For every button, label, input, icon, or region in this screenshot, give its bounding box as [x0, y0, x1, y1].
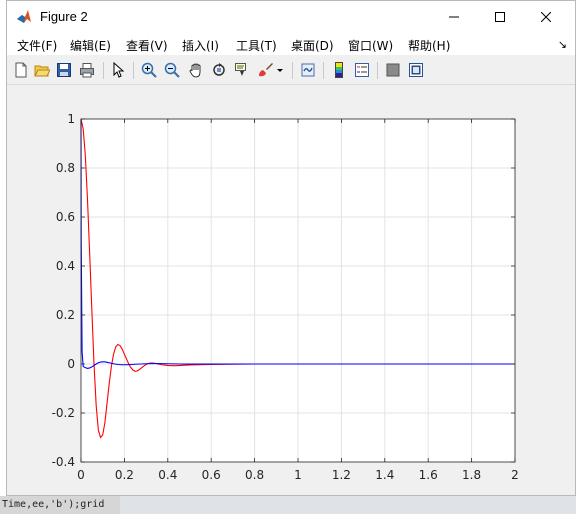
zoom-in-icon[interactable]	[140, 61, 158, 79]
y-tick-label: 0.6	[56, 210, 75, 224]
brush-dropdown-icon[interactable]	[275, 61, 285, 79]
menu-window[interactable]: 窗口(W)	[348, 37, 393, 54]
close-button[interactable]	[523, 1, 569, 33]
link-plot-icon[interactable]	[299, 61, 317, 79]
new-figure-icon[interactable]	[12, 61, 30, 79]
x-tick-label: 0.8	[245, 468, 264, 482]
x-tick-label: 1.2	[332, 468, 351, 482]
zoom-out-icon[interactable]	[163, 61, 181, 79]
menu-overflow-arrow-icon[interactable]: ↘	[558, 38, 567, 51]
title-bar[interactable]: Figure 2	[7, 1, 575, 33]
open-file-icon[interactable]	[33, 61, 51, 79]
toolbar-separator	[323, 62, 324, 79]
x-tick-label: 0.2	[115, 468, 134, 482]
figure-toolbar	[7, 57, 575, 85]
x-tick-label: 0	[77, 468, 85, 482]
window-title: Figure 2	[40, 9, 88, 24]
x-tick-label: 1	[294, 468, 302, 482]
y-tick-label: -0.4	[52, 455, 75, 469]
minimize-button[interactable]	[431, 1, 477, 33]
rotate-3d-icon[interactable]	[210, 61, 228, 79]
x-tick-label: 0.6	[202, 468, 221, 482]
brush-icon[interactable]	[256, 61, 274, 79]
print-icon[interactable]	[78, 61, 96, 79]
legend-icon[interactable]	[353, 61, 371, 79]
line-chart[interactable]: 0 0.2 0.4 0.6 0.8 1 1.2 1.4 1.6 1.8 2 -0.4 -0.2 0 0.2 0…	[7, 85, 575, 495]
menu-bar: 文件(F) 编辑(E) 查看(V) 插入(I) 工具(T) 桌面(D) 窗口(W…	[7, 33, 575, 55]
y-tick-label: -0.2	[52, 406, 75, 420]
background-editor-code-line: Time,ee,'b');grid	[0, 496, 120, 514]
y-tick-label: 0.8	[56, 161, 75, 175]
maximize-icon	[495, 12, 505, 22]
colorbar-icon[interactable]	[330, 61, 348, 79]
x-tick-label: 1.4	[375, 468, 394, 482]
x-tick-label: 0.4	[158, 468, 177, 482]
menu-edit[interactable]: 编辑(E)	[70, 37, 111, 54]
y-tick-label: 0.4	[56, 259, 75, 273]
maximize-button[interactable]	[477, 1, 523, 33]
save-icon[interactable]	[55, 61, 73, 79]
matlab-logo-icon	[16, 9, 32, 25]
menu-view[interactable]: 查看(V)	[126, 37, 168, 54]
toolbar-separator	[133, 62, 134, 79]
pan-icon[interactable]	[187, 61, 205, 79]
minimize-icon	[449, 16, 459, 18]
x-tick-label: 2	[511, 468, 519, 482]
menu-desktop[interactable]: 桌面(D)	[291, 37, 334, 54]
menu-insert[interactable]: 插入(I)	[182, 37, 219, 54]
data-cursor-icon[interactable]	[233, 61, 251, 79]
menu-file[interactable]: 文件(F)	[17, 37, 57, 54]
x-tick-label: 1.8	[462, 468, 481, 482]
pointer-icon[interactable]	[109, 61, 127, 79]
figure-canvas[interactable]: 0 0.2 0.4 0.6 0.8 1 1.2 1.4 1.6 1.8 2 -0.4 -0.2 0 0.2 0…	[7, 85, 575, 495]
close-icon	[541, 12, 551, 22]
menu-tools[interactable]: 工具(T)	[236, 37, 277, 54]
y-tick-label: 0	[67, 357, 75, 371]
menu-help[interactable]: 帮助(H)	[408, 37, 450, 54]
toolbar-separator	[292, 62, 293, 79]
y-tick-label: 0.2	[56, 308, 75, 322]
hide-plot-tools-icon[interactable]	[384, 61, 402, 79]
show-plot-tools-icon[interactable]	[407, 61, 425, 79]
toolbar-separator	[103, 62, 104, 79]
y-tick-label: 1	[67, 112, 75, 126]
x-tick-label: 1.6	[419, 468, 438, 482]
figure-window: Figure 2 文件(F) 编辑(E) 查看(V) 插入(I) 工具(T) 桌…	[6, 0, 576, 496]
toolbar-separator	[377, 62, 378, 79]
